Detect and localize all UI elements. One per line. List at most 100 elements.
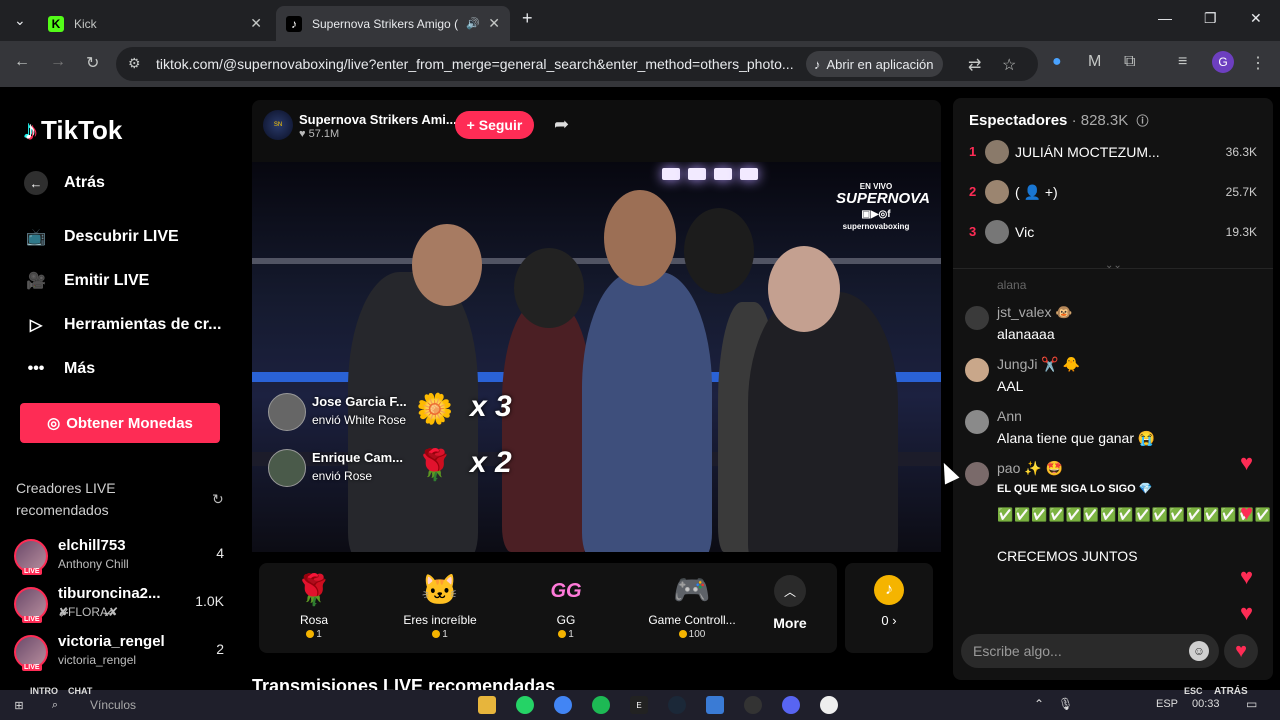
sidebar-item-go-live[interactable]: 🎥 Emitir LIVE	[24, 269, 149, 293]
discord-icon[interactable]	[782, 696, 800, 714]
url-text[interactable]: tiktok.com/@supernovaboxing/live?enter_f…	[156, 56, 796, 72]
back-button[interactable]: ← Atrás	[24, 171, 105, 195]
avatar[interactable]	[965, 306, 989, 330]
chat-input-box[interactable]: ☺	[961, 634, 1219, 668]
open-in-app-button[interactable]: ♪ Abrir en aplicación	[806, 51, 944, 77]
notifications-icon[interactable]: ▭	[1246, 697, 1257, 711]
top-viewer[interactable]: 3 Vic 19.3K	[967, 218, 1257, 248]
close-icon[interactable]: ✕	[250, 15, 262, 32]
refresh-icon[interactable]: ↻	[212, 491, 224, 508]
extension-s-icon[interactable]: ●	[1052, 53, 1062, 71]
bookmark-star-icon[interactable]: ☆	[1002, 55, 1016, 75]
restore-icon[interactable]: ❐	[1204, 10, 1217, 27]
chrome-icon[interactable]	[554, 696, 572, 714]
emoji-icon[interactable]: ☺	[1189, 641, 1209, 661]
steam-icon[interactable]	[668, 696, 686, 714]
obs-icon[interactable]	[744, 696, 762, 714]
address-bar[interactable]: ⚙ tiktok.com/@supernovaboxing/live?enter…	[116, 47, 1038, 81]
close-window-icon[interactable]: ✕	[1250, 10, 1262, 27]
tiktok-logo[interactable]: ♪ TikTok	[24, 115, 122, 146]
clock[interactable]: 00:33	[1192, 698, 1220, 710]
chat-username[interactable]: Ann	[997, 408, 1022, 424]
profile-avatar[interactable]: G	[1212, 51, 1234, 73]
top-viewer[interactable]: 1 JULIÁN MOCTEZUM... 36.3K	[967, 138, 1257, 168]
gift-game-controller[interactable]: 🎮 Game Controll... 100	[637, 569, 747, 640]
creator-item[interactable]: LIVE tiburoncina2... ✘̶̷̶̷̶̷̶̷FLORA̶̷̶̷̶…	[14, 585, 226, 629]
close-icon[interactable]: ✕	[488, 15, 500, 32]
media-control-icon[interactable]: ≡	[1178, 53, 1187, 71]
search-icon[interactable]: ⌕	[46, 696, 64, 714]
chat-username[interactable]: JungJi ✂️ 🐥	[997, 356, 1080, 373]
avatar: LIVE	[14, 635, 48, 671]
menu-kebab-icon[interactable]: ⋮	[1250, 53, 1266, 73]
app-icon[interactable]	[706, 696, 724, 714]
translate-icon[interactable]: ⇄	[968, 55, 981, 75]
tab-search-icon[interactable]: ⌄	[14, 12, 26, 29]
open-in-app-label: Abrir en aplicación	[826, 56, 934, 72]
ceiling-light	[688, 168, 706, 180]
viewer-score: 19.3K	[1225, 225, 1257, 239]
chevron-down-icon[interactable]: ⌄⌄	[1105, 260, 1122, 271]
creator-item[interactable]: LIVE elchill753 Anthony Chill 4	[14, 537, 226, 581]
tab-tiktok[interactable]: ♪ Supernova Strikers Amigo ( 🔊 ✕	[276, 6, 510, 41]
gift-eres-increible[interactable]: 🐱 Eres increíble 1	[385, 569, 495, 640]
chat-input[interactable]	[973, 634, 1173, 668]
top-viewer[interactable]: 2 ( 👤 +) 25.7K	[967, 178, 1257, 208]
whatsapp-icon[interactable]	[516, 696, 534, 714]
creator-subtitle: victoria_rengel	[58, 653, 137, 667]
creator-item[interactable]: LIVE victoria_rengel victoria_rengel 2	[14, 633, 226, 677]
file-explorer-icon[interactable]	[478, 696, 496, 714]
avatar: LIVE	[14, 587, 48, 623]
taskbar-search[interactable]: Vínculos	[90, 698, 136, 712]
forward-arrow-icon[interactable]: →	[50, 53, 66, 71]
discover-live-icon: 📺	[26, 229, 46, 246]
site-info-icon[interactable]: ⚙	[128, 55, 141, 72]
get-coins-label: Obtener Monedas	[66, 414, 193, 432]
overwatch-icon[interactable]	[820, 696, 838, 714]
help-icon[interactable]: ⓘ	[1136, 114, 1148, 128]
sidebar-item-creator-tools[interactable]: ▷ Herramientas de cr...	[24, 313, 222, 337]
host-name[interactable]: Supernova Strikers Ami...	[299, 112, 457, 127]
microphone-icon[interactable]: 🎙	[1058, 697, 1073, 711]
sidebar-item-more[interactable]: ••• Más	[24, 357, 96, 381]
windows-start-icon[interactable]: ⊞	[10, 696, 28, 714]
host-avatar[interactable]: SN	[263, 110, 293, 140]
follow-button[interactable]: + Seguir	[455, 111, 534, 139]
tab-title: Supernova Strikers Amigo (	[312, 16, 458, 31]
chat-message: pao ✨ 🤩 EL QUE ME SIGA LO SIGO 💎 ✅✅✅✅✅✅✅…	[965, 460, 1273, 570]
gift-action: envió Rose	[312, 469, 373, 483]
epic-games-icon[interactable]: E	[630, 696, 648, 714]
new-tab-icon[interactable]: +	[522, 8, 533, 29]
reload-icon[interactable]: ↻	[86, 53, 99, 73]
gift-rosa[interactable]: 🌹 Rosa 1	[259, 569, 369, 640]
get-coins-button[interactable]: ◎ Obtener Monedas	[20, 403, 220, 443]
more-gifts-button[interactable]: ︿ More	[766, 575, 814, 631]
viewers-label: Espectadores	[969, 112, 1068, 129]
spotify-icon[interactable]	[592, 696, 610, 714]
gift-sender: Jose Garcia F...	[312, 394, 407, 409]
avatar[interactable]	[965, 410, 989, 434]
back-arrow-icon: ←	[24, 171, 48, 195]
avatar[interactable]	[965, 462, 989, 486]
rose-icon: 🌹	[416, 449, 454, 482]
sidebar-item-discover-live[interactable]: 📺 Descubrir LIVE	[24, 225, 179, 249]
checkmark-emojis: ✅✅✅✅✅✅✅✅✅✅✅✅✅✅✅✅✅✅✅✅✅	[997, 507, 1273, 522]
faded-message: alana	[997, 278, 1027, 292]
live-video[interactable]: EN VIVO SUPERNOVA ▣▶◎f supernovaboxing J…	[252, 162, 941, 552]
chat-username[interactable]: jst_valex 🐵	[997, 304, 1073, 321]
like-button[interactable]: ♥	[1224, 634, 1258, 668]
extension-m-icon[interactable]: M	[1088, 53, 1101, 71]
chat-username[interactable]: pao ✨ 🤩	[997, 460, 1063, 477]
gift-gg[interactable]: GG GG 1	[511, 569, 621, 640]
extensions-puzzle-icon[interactable]: ⧉	[1124, 53, 1135, 71]
tray-chevron-icon[interactable]: ⌃	[1034, 697, 1044, 711]
avatar[interactable]	[965, 358, 989, 382]
back-arrow-icon[interactable]: ←	[14, 53, 30, 71]
share-icon[interactable]: ➦	[554, 114, 569, 135]
ceiling-light	[714, 168, 732, 180]
language-indicator[interactable]: ESP	[1156, 698, 1178, 710]
tab-kick[interactable]: K Kick ✕	[38, 6, 272, 41]
minimize-icon[interactable]: —	[1158, 10, 1172, 26]
coin-balance-button[interactable]: ♪ 0 ›	[845, 563, 933, 653]
audio-icon[interactable]: 🔊	[466, 17, 480, 30]
